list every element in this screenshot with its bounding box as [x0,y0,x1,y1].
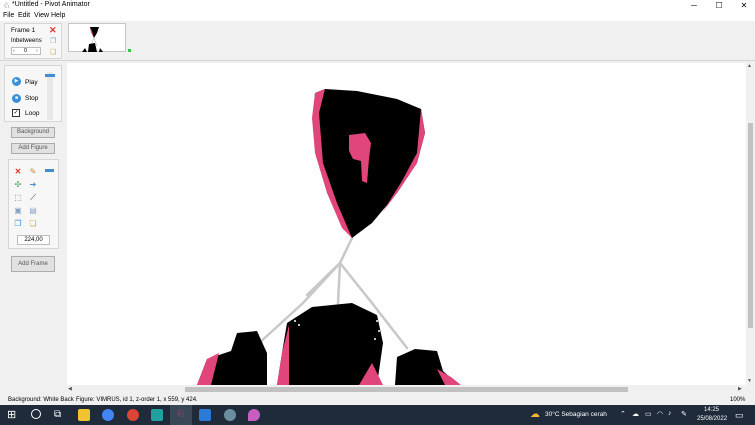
horizontal-scroll-thumb[interactable] [185,387,628,392]
loop-checkbox[interactable]: ✓ [12,109,20,117]
volume-icon[interactable]: ♪ [668,410,672,417]
mail-icon[interactable] [199,409,211,421]
add-frame-button[interactable]: Add Frame [11,256,55,272]
thumbnail-figure-icon [82,27,103,52]
play-icon[interactable]: ▶ [12,77,21,86]
pivot-animator-icon: ♘ [176,408,186,420]
menu-help[interactable]: Help [51,12,65,19]
chrome-profile-icon[interactable] [127,409,139,421]
stop-icon[interactable]: ■ [12,94,21,103]
delete-figure-icon[interactable]: ✕ [14,168,22,176]
file-explorer-icon[interactable] [78,409,90,421]
task-view-icon[interactable]: ⧉ [54,409,61,421]
frame-label: Frame 1 [11,27,36,34]
speed-slider[interactable] [45,72,55,120]
chrome-icon[interactable] [102,409,114,421]
vertical-scrollbar[interactable]: ▲ ▼ [746,63,755,385]
stepper-up-icon[interactable]: › [36,48,38,54]
colour-figure-icon[interactable]: ▣ [14,207,22,215]
figure-size-slider[interactable] [45,169,54,172]
pivot-animator-window: ♘ *Untitled - Pivot Animator ─ ☐ ✕ File … [0,0,755,425]
horizontal-scrollbar[interactable]: ◀ ▶ [67,385,746,394]
video-player-icon[interactable] [151,409,163,421]
wifi-icon[interactable]: ◠ [657,410,663,418]
frame-panel: Frame 1 ✕ Inbetweens ❐ ‹ 0 › ❏ [4,23,62,59]
maps-icon[interactable] [248,409,260,421]
flip-figure-icon[interactable]: ➔ [29,181,37,189]
menu-view[interactable]: View [34,12,49,19]
chevron-up-icon[interactable]: ⌃ [620,410,626,418]
weather-text[interactable]: 30°C Sebagian cerah [545,411,607,418]
figure-tools-panel: ✕ ✎ ✣ ➔ ⬚ ⟋ ▣ ▤ ❐ ❏ 224,00 [8,159,59,249]
scroll-right-icon[interactable]: ▶ [738,386,742,392]
pivot-animator-task[interactable]: ♘ [170,405,192,425]
inbetweens-stepper[interactable]: ‹ 0 › [11,47,41,55]
clock-time[interactable]: 14:25 [704,407,719,413]
menu-edit[interactable]: Edit [18,12,30,19]
close-window-button[interactable]: ✕ [733,0,755,11]
play-label[interactable]: Play [25,79,38,86]
vertical-scroll-thumb[interactable] [748,123,753,328]
status-zoom: 100% [730,397,746,403]
notifications-icon[interactable]: ▭ [735,409,744,421]
weather-icon[interactable]: ☁ [530,409,540,421]
speed-slider-thumb[interactable] [45,74,55,77]
app-icon-blue[interactable] [224,409,236,421]
scroll-down-icon[interactable]: ▼ [747,378,752,384]
loop-label[interactable]: Loop [25,110,39,117]
scale-value-field[interactable]: 224,00 [17,235,50,245]
animation-canvas[interactable] [67,63,747,385]
edit-figure-icon[interactable]: ✎ [29,168,37,176]
menu-file[interactable]: File [3,12,14,19]
status-bar: Background: White Back Figure: VIMRUS, i… [0,394,755,405]
windows-start-icon[interactable]: ⊞ [7,409,16,421]
delete-frame-icon[interactable]: ✕ [49,25,57,36]
window-title: *Untitled - Pivot Animator [12,1,90,8]
stepper-down-icon[interactable]: ‹ [13,48,15,54]
copy-frame-icon[interactable]: ❐ [50,37,56,45]
paste-frame-icon[interactable]: ❏ [50,48,56,56]
paste-figure-icon[interactable]: ❏ [29,220,37,228]
stick-figure[interactable] [67,63,747,385]
menu-bar: File Edit View Help [0,11,755,21]
add-figure-button[interactable]: Add Figure [11,143,55,154]
battery-icon[interactable]: ▭ [645,410,652,418]
search-icon[interactable] [31,409,41,419]
app-icon: ♘ [3,1,11,10]
background-button[interactable]: Background [11,127,55,138]
onedrive-icon[interactable]: ☁ [632,410,639,418]
maximize-button[interactable]: ☐ [708,0,730,11]
clock-date[interactable]: 25/08/2022 [697,416,727,422]
status-figure: Figure: VIMRUS, id 1, z-order 1, x 559, … [76,397,198,403]
bind-figure-icon[interactable]: ⟋ [29,194,37,202]
frame-active-indicator [128,49,131,52]
status-background: Background: White Back [8,397,74,403]
scroll-left-icon[interactable]: ◀ [68,386,72,392]
minimize-button[interactable]: ─ [683,0,705,11]
scale-figure-icon[interactable]: ⬚ [14,194,22,202]
inbetweens-value: 0 [24,48,28,54]
windows-taskbar: ⊞ ⧉ ♘ ☁ 30°C Sebagian cerah ⌃ ☁ ▭ ◠ ♪ ✎ … [0,405,755,425]
playback-panel: ▶ Play ■ Stop ✓ Loop [4,65,62,122]
stop-label[interactable]: Stop [25,95,38,102]
front-back-icon[interactable]: ▤ [29,207,37,215]
copy-figure-icon[interactable]: ❐ [14,220,22,228]
frame-thumbnail[interactable] [68,23,131,52]
scroll-up-icon[interactable]: ▲ [747,63,752,69]
title-bar: ♘ *Untitled - Pivot Animator ─ ☐ ✕ [0,0,755,11]
center-figure-icon[interactable]: ✣ [14,181,22,189]
pen-icon[interactable]: ✎ [681,410,687,418]
inbetweens-label: Inbetweens [11,38,42,44]
